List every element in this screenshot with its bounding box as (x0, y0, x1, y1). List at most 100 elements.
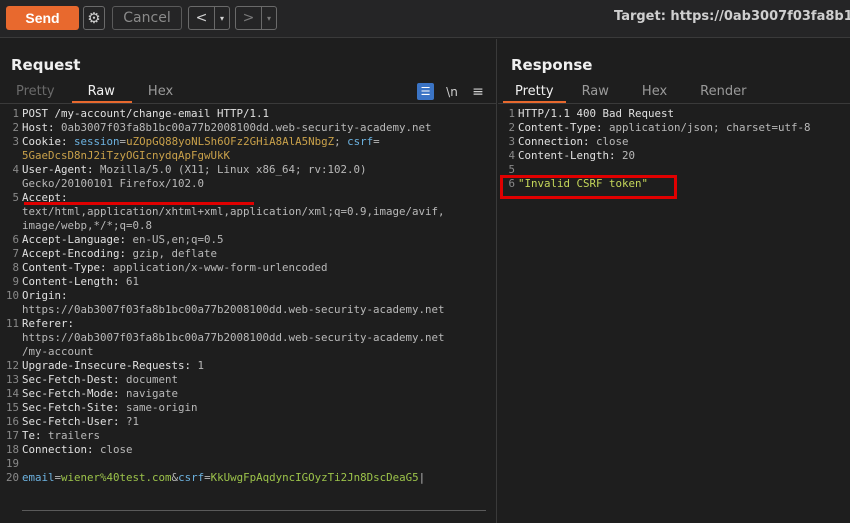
code-token: Sec-Fetch-User (22, 415, 114, 428)
code-token: : (87, 163, 101, 176)
send-button[interactable]: Send (6, 6, 79, 30)
code-line: 9 Content-Length: 61 (0, 275, 496, 289)
tab-response-pretty[interactable]: Pretty (503, 83, 566, 103)
history-back-group: < ▾ (188, 6, 230, 30)
code-token: same-origin (126, 401, 198, 414)
target-url[interactable]: Target: https://0ab3007f03fa8b1bc0 (614, 9, 850, 24)
tab-divider (0, 103, 496, 104)
code-line: 16 Sec-Fetch-User: ?1 (0, 415, 496, 429)
code-line: 1 POST /my-account/change-email HTTP/1.1 (0, 107, 496, 121)
code-token: document (126, 373, 179, 386)
code-line: 1 HTTP/1.1 400 Bad Request (498, 107, 850, 121)
code-line: 8 Content-Type: application/x-www-form-ur… (0, 261, 496, 275)
tab-request-raw[interactable]: Raw (71, 83, 132, 103)
line-number: 19 (5, 457, 19, 470)
toolbar: Send ⚙ Cancel < ▾ > ▾ Target: https://0a… (0, 0, 850, 38)
code-token: close (596, 135, 629, 148)
tab-response-hex[interactable]: Hex (626, 83, 684, 103)
code-line: 15 Sec-Fetch-Site: same-origin (0, 401, 496, 415)
tab-response-render[interactable]: Render (684, 83, 763, 103)
code-token: Connection (518, 135, 584, 148)
code-token: : (583, 135, 597, 148)
line-number: 2 (508, 121, 515, 134)
tab-response-raw[interactable]: Raw (566, 83, 626, 103)
code-token: | (418, 471, 426, 484)
code-line: 20 email = wiener%40test.com & csrf = KkUwgFpAq… (0, 471, 496, 485)
code-line: 3 Cookie: session = uZOpGQ88yoNLSh6OFz2GHiA… (0, 135, 496, 149)
code-token: csrf (347, 135, 374, 148)
code-token: Content-Type (22, 261, 101, 274)
code-token: Cookie (22, 135, 62, 148)
code-token: Host (22, 121, 49, 134)
code-token: HTTP/1.1 400 Bad Request (518, 107, 675, 120)
code-token: : (61, 135, 75, 148)
code-token: Accept-Language (22, 233, 120, 246)
code-token: text/html,application/xhtml+xml,applicat… (22, 205, 445, 218)
code-line: 12 Upgrade-Insecure-Requests: 1 (0, 359, 496, 373)
code-token: email (22, 471, 55, 484)
code-token: trailers (48, 429, 101, 442)
line-number: 7 (12, 247, 19, 260)
code-token: image/webp,*/*;q=0.8 (22, 219, 153, 232)
code-token: : (596, 121, 610, 134)
current-line-highlight (22, 510, 486, 523)
code-line: /my-account (0, 345, 496, 359)
line-number: 3 (12, 135, 19, 148)
code-line: 7 Accept-Encoding: gzip, deflate (0, 247, 496, 261)
code-token: Te (22, 429, 36, 442)
tab-divider (498, 103, 850, 104)
code-token: : (113, 387, 127, 400)
response-panel: Response Pretty Raw Hex Render 1 HTTP/1.1… (498, 39, 850, 523)
code-line: 11 Referer: (0, 317, 496, 331)
line-number: 11 (5, 317, 19, 330)
code-token: : (609, 149, 623, 162)
line-number: 4 (12, 163, 19, 176)
line-number: 20 (5, 471, 19, 484)
code-token: : (113, 401, 127, 414)
code-token: Connection (22, 443, 88, 456)
code-token: 20 (622, 149, 636, 162)
code-token: Sec-Fetch-Mode (22, 387, 114, 400)
code-line: 17 Te: trailers (0, 429, 496, 443)
request-editor[interactable]: 1 POST /my-account/change-email HTTP/1.1 … (0, 107, 496, 485)
code-token: application/x-www-form-urlencoded (113, 261, 328, 274)
forward-history-dropdown[interactable]: ▾ (262, 7, 276, 29)
line-number (0, 345, 22, 359)
line-number (0, 177, 22, 191)
line-number: 14 (5, 387, 19, 400)
back-button[interactable]: < (189, 7, 215, 29)
code-token: : (61, 289, 68, 302)
word-wrap-icon[interactable]: ☰ (417, 83, 434, 100)
cancel-button[interactable]: Cancel (112, 6, 182, 30)
code-token: : (119, 233, 133, 246)
tab-request-hex[interactable]: Hex (132, 83, 190, 103)
code-token: Accept-Encoding (22, 247, 120, 260)
line-number: 3 (508, 135, 515, 148)
code-token: /my-account (22, 345, 94, 358)
line-number (0, 219, 22, 233)
tab-request-pretty[interactable]: Pretty (0, 83, 72, 103)
code-token: ?1 (126, 415, 140, 428)
code-line: 2 Content-Type: application/json; charset… (498, 121, 850, 135)
history-forward-group: > ▾ (235, 6, 277, 30)
line-number: 9 (12, 275, 19, 288)
code-token: csrf (178, 471, 205, 484)
invalid-csrf-highlight-box (500, 175, 677, 199)
line-number (0, 205, 22, 219)
code-token: https://0ab3007f03fa8b1bc00a77b2008100dd… (22, 331, 445, 344)
forward-button[interactable]: > (236, 7, 262, 29)
code-line: 4 User-Agent: Mozilla/5.0 (X11; Linux x86… (0, 163, 496, 177)
code-token: : (113, 275, 127, 288)
menu-icon[interactable]: ≡ (470, 84, 486, 100)
code-line: image/webp,*/*;q=0.8 (0, 219, 496, 233)
settings-gear-button[interactable]: ⚙ (83, 6, 105, 30)
code-line: 10 Origin: (0, 289, 496, 303)
show-newlines-toggle[interactable]: \n (444, 85, 460, 99)
line-number (0, 331, 22, 345)
code-line: 6 Accept-Language: en-US,en;q=0.5 (0, 233, 496, 247)
line-number: 1 (12, 107, 19, 120)
code-token: Upgrade-Insecure-Requests (22, 359, 185, 372)
code-token: : (87, 443, 101, 456)
code-token: navigate (126, 387, 179, 400)
back-history-dropdown[interactable]: ▾ (215, 7, 229, 29)
